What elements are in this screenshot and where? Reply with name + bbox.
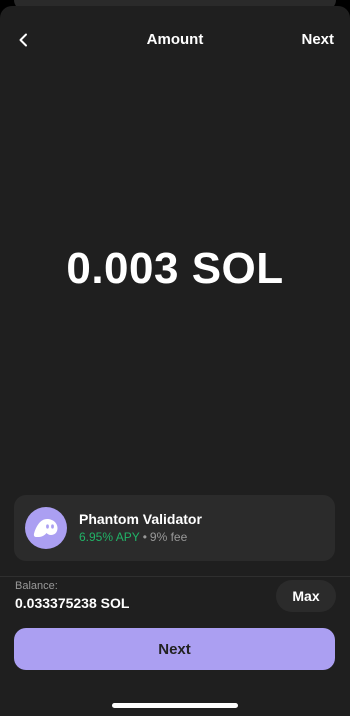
next-button[interactable]: Next xyxy=(14,628,335,670)
separator-dot: • xyxy=(142,530,147,544)
divider xyxy=(0,576,350,577)
header-bar: Amount Next xyxy=(0,20,350,60)
balance-label: Balance: xyxy=(15,580,58,592)
app-screen: Amount Next 0.003 SOL Phantom Validator … xyxy=(0,0,350,716)
max-button[interactable]: Max xyxy=(276,580,336,612)
validator-name: Phantom Validator xyxy=(79,511,202,527)
validator-card[interactable]: Phantom Validator 6.95% APY • 9% fee xyxy=(14,495,335,561)
amount-display[interactable]: 0.003 SOL xyxy=(0,244,350,294)
header-next-button[interactable]: Next xyxy=(301,31,334,48)
balance-value: 0.033375238 SOL xyxy=(15,595,130,611)
validator-avatar xyxy=(25,507,67,549)
home-indicator xyxy=(112,703,238,708)
validator-details: 6.95% APY • 9% fee xyxy=(79,530,187,544)
phantom-ghost-icon xyxy=(33,519,58,537)
validator-fee: 9% fee xyxy=(149,530,188,544)
page-title: Amount xyxy=(146,31,204,48)
validator-apy: 6.95% APY xyxy=(79,530,140,544)
